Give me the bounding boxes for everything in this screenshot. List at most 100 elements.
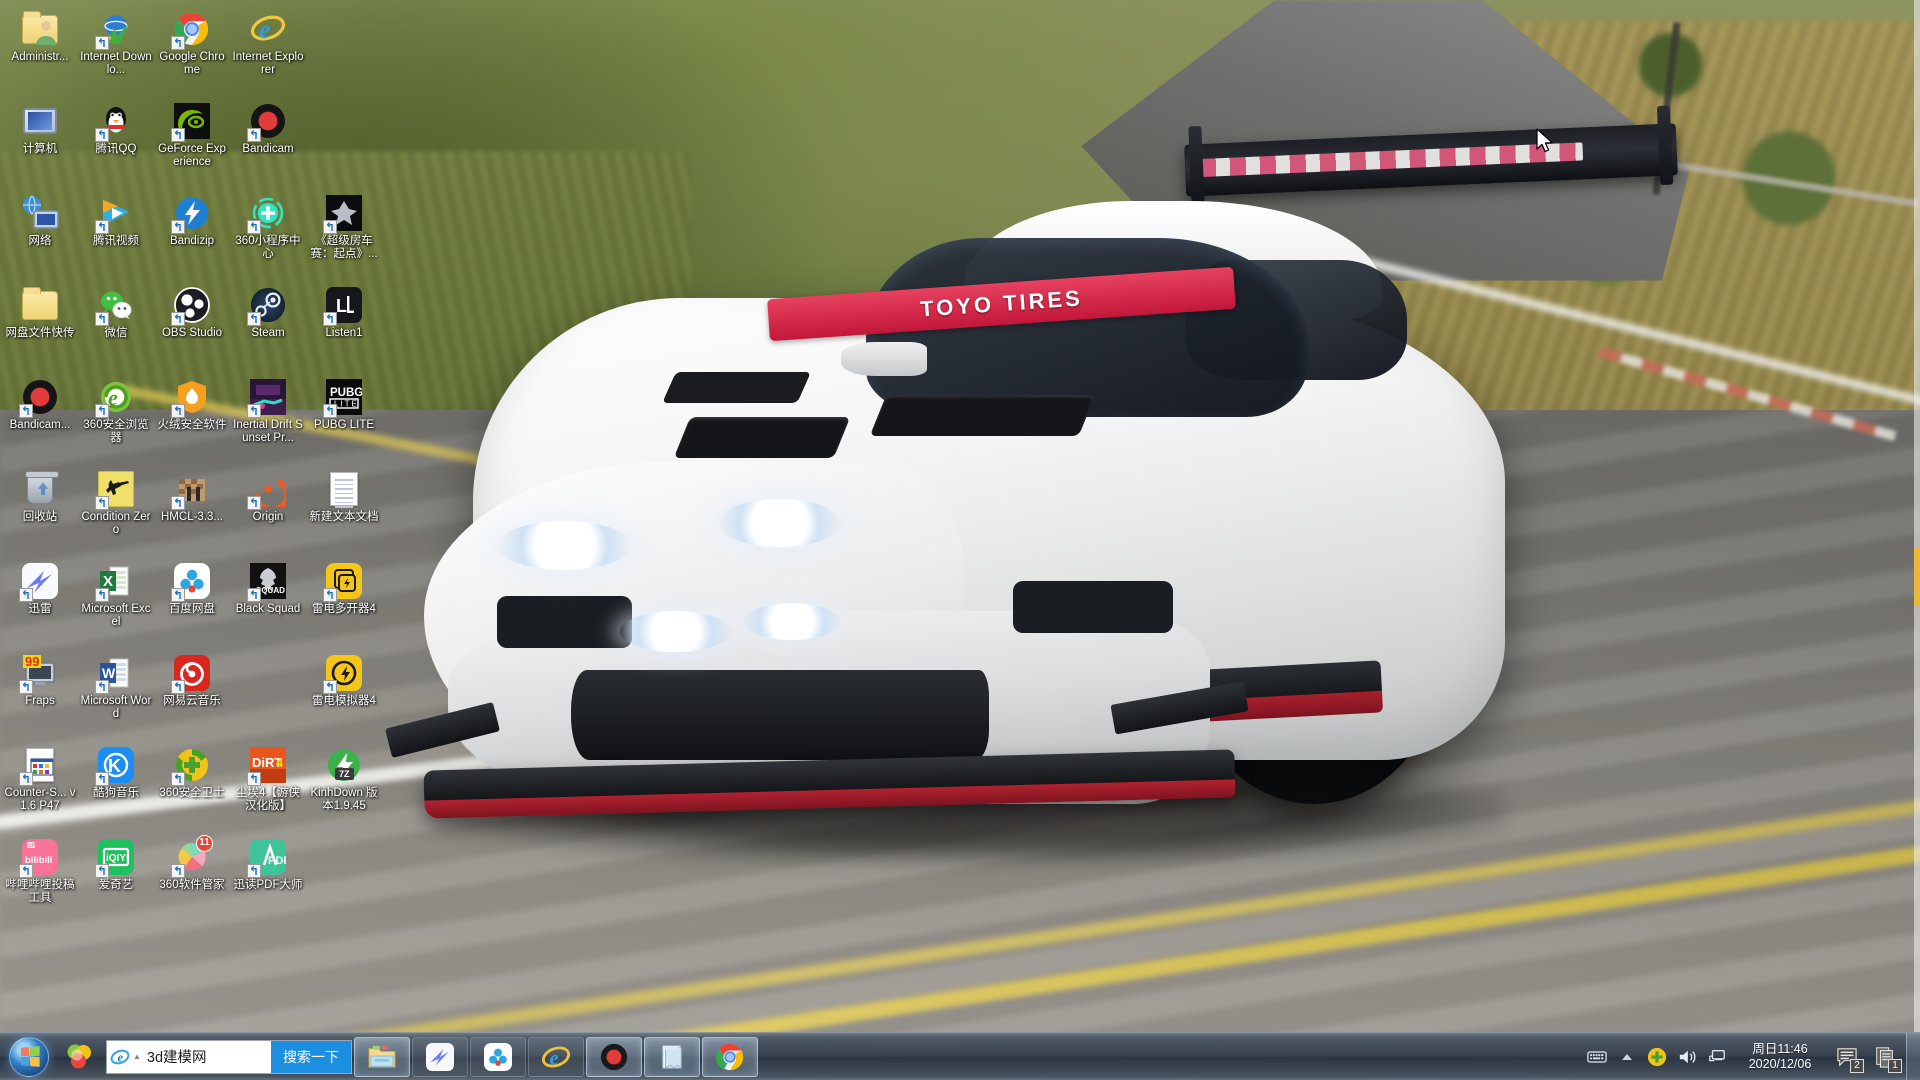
document-notification[interactable]: 1	[1866, 1033, 1904, 1080]
desktop-icon-google-chrome[interactable]: Google Chrome	[154, 4, 230, 96]
desktop-icon-user-folder[interactable]: Administr...	[2, 4, 78, 96]
search-dropdown-caret[interactable]: ▲	[133, 1052, 141, 1061]
desktop-icon-bandicam[interactable]: Bandicam	[230, 96, 306, 188]
desktop-icon-bandicam[interactable]: Bandicam...	[2, 372, 78, 464]
desktop-icon-dirt4[interactable]: DiRT4尘埃4【游侠汉化版】	[230, 740, 306, 832]
desktop-icon-label: 《超级房车赛：起点》...	[310, 235, 378, 260]
desktop-icon-recycle-bin[interactable]: 回收站	[2, 464, 78, 556]
desktop-icon-pubg-lite[interactable]: PUBGLITEPUBG LITE	[306, 372, 382, 464]
xunlei-icon	[426, 1042, 454, 1071]
desktop-icon-steam[interactable]: Steam	[230, 280, 306, 372]
desktop-icon-label: Administr...	[11, 51, 69, 63]
desktop-icon-360-browser[interactable]: e 360安全浏览器	[78, 372, 154, 464]
desktop-icon-hmcl-minecraft[interactable]: HMCL-3.3...	[154, 464, 230, 556]
desktop-icon-ldplayer[interactable]: 雷电模拟器4	[306, 648, 382, 740]
desktop-icon-tencent-qq[interactable]: 腾讯QQ	[78, 96, 154, 188]
svg-text:e: e	[259, 15, 271, 44]
360-quicklaunch-icon	[67, 1044, 91, 1068]
right-edge-scrollbar[interactable]	[1914, 0, 1920, 1032]
desktop-icon-bilibili-uploader[interactable]: UPbilibili哔哩哔哩投稿工具	[2, 832, 78, 924]
desktop-icon-label: Steam	[251, 327, 285, 339]
search-input[interactable]: 3d建模网	[145, 1046, 271, 1067]
volume-icon[interactable]	[1672, 1033, 1702, 1080]
desktop-icon-text-document[interactable]: 新建文本文档	[306, 464, 382, 556]
desktop-icon-label: 火绒安全软件	[157, 419, 227, 431]
tencent-video-icon	[95, 194, 135, 234]
network-icon[interactable]	[1702, 1033, 1732, 1080]
desktop-icon-360-software-manager[interactable]: 11 360软件管家	[154, 832, 230, 924]
desktop-icon-obs-studio[interactable]: OBS Studio	[154, 280, 230, 372]
desktop-icon-baidu-netdisk[interactable]: 百度网盘	[154, 556, 230, 648]
desktop-icon-inertial-drift[interactable]: Inertial Drift Sunset Pr...	[230, 372, 306, 464]
message-notification[interactable]: 2	[1828, 1033, 1866, 1080]
chrome-taskbar-button[interactable]	[702, 1036, 758, 1077]
xunlei-taskbar-button[interactable]	[412, 1036, 468, 1077]
desktop-icon-netease-music[interactable]: 网易云音乐	[154, 648, 230, 740]
desktop-icon-fraps[interactable]: 99Fraps	[2, 648, 78, 740]
bandicam-taskbar-button[interactable]	[586, 1036, 642, 1077]
desktop-icon-microsoft-excel[interactable]: XMicrosoft Excel	[78, 556, 154, 648]
desktop-icon-360-miniprogram[interactable]: 360小程序中心	[230, 188, 306, 280]
desktop-icon-huorong-security[interactable]: 火绒安全软件	[154, 372, 230, 464]
desktop-icon-computer[interactable]: 计算机	[2, 96, 78, 188]
desktop-icon-grid-autosport[interactable]: 《超级房车赛：起点》...	[306, 188, 382, 280]
desktop-icon-black-squad[interactable]: SQUADBlack Squad	[230, 556, 306, 648]
desktop-icon-label: Microsoft Word	[80, 695, 152, 720]
internet-explorer-taskbar-button[interactable]: e	[528, 1036, 584, 1077]
desktop-icon-iqiyi[interactable]: iQIYI 爱奇艺	[78, 832, 154, 924]
show-desktop-button[interactable]	[1906, 1032, 1920, 1080]
desktop-icon-internet-download-manager[interactable]: Internet Downlo...	[78, 4, 154, 96]
car-wing-stripe	[1199, 141, 1584, 178]
360-quicklaunch-button[interactable]	[62, 1037, 96, 1077]
svg-text:PDF: PDF	[268, 855, 286, 867]
desktop-icon-360-safeguard[interactable]: 360安全卫士	[154, 740, 230, 832]
desktop-icon-xunlei[interactable]: 迅雷	[2, 556, 78, 648]
search-box[interactable]: e ▲ 3d建模网 搜索一下	[106, 1039, 352, 1074]
desktop-icon-label: Internet Explorer	[232, 51, 304, 76]
svg-text:e: e	[549, 1047, 558, 1069]
desktop-icon-label: Black Squad	[235, 603, 301, 615]
desktop-icon-ldmultiplayer[interactable]: 雷电多开器4	[306, 556, 382, 648]
desktop-icon-microsoft-word[interactable]: W Microsoft Word	[78, 648, 154, 740]
search-submit-button[interactable]: 搜索一下	[271, 1040, 351, 1073]
windows-explorer-taskbar-button[interactable]	[354, 1036, 410, 1077]
desktop-icon-geforce-experience[interactable]: GeForce Experience	[154, 96, 230, 188]
system-tray: 周日11:46 2020/12/06 2 1	[1582, 1032, 1920, 1080]
svg-text:PUBG: PUBG	[330, 387, 362, 399]
svg-text:K: K	[108, 756, 121, 776]
quick-launch-bar	[56, 1037, 102, 1077]
desktop-icon-condition-zero[interactable]: Condition Zero	[78, 464, 154, 556]
desktop-icon-label: 360安全浏览器	[83, 419, 149, 444]
360-safeguard-tray-icon[interactable]	[1642, 1033, 1672, 1080]
desktop-icon-kinhdown[interactable]: 7Z KinhDown 版本1.9.45	[306, 740, 382, 832]
recycle-bin-icon	[25, 471, 59, 504]
shortcut-overlay-arrow-icon	[95, 680, 109, 694]
clock[interactable]: 周日11:46 2020/12/06	[1732, 1042, 1828, 1072]
bandicam-icon	[247, 102, 287, 142]
onscreen-keyboard-icon[interactable]	[1582, 1033, 1612, 1080]
baidu-netdisk-taskbar-button[interactable]	[470, 1036, 526, 1077]
desktop-icon-listen1[interactable]: L Listen1	[306, 280, 382, 372]
desktop-icon-bandizip[interactable]: Bandizip	[154, 188, 230, 280]
google-chrome-icon	[716, 1043, 744, 1070]
show-hidden-icons-arrow[interactable]	[1612, 1033, 1642, 1080]
desktop-icon-origin[interactable]: Origin	[230, 464, 306, 556]
notepad-taskbar-button[interactable]	[644, 1036, 700, 1077]
desktop-icon-xunread-pdf[interactable]: PDF 迅读PDF大师	[230, 832, 306, 924]
netease-music-icon	[171, 654, 211, 694]
steam-icon	[247, 286, 287, 326]
desktop-icon-tencent-video[interactable]: 腾讯视频	[78, 188, 154, 280]
desktop-icon-internet-explorer[interactable]: e Internet Explorer	[230, 4, 306, 96]
desktop-icon-network[interactable]: 网络	[2, 188, 78, 280]
right-edge-scrollbar-thumb[interactable]	[1914, 548, 1920, 606]
desktop-icon-kugou-music[interactable]: K 酷狗音乐	[78, 740, 154, 832]
clock-date: 2020/12/06	[1748, 1056, 1812, 1071]
shortcut-overlay-arrow-icon	[95, 864, 109, 878]
condition-zero-icon	[95, 470, 135, 510]
shortcut-overlay-arrow-icon	[247, 128, 261, 142]
desktop-icon-wechat[interactable]: 微信	[78, 280, 154, 372]
start-button[interactable]	[2, 1035, 56, 1079]
svg-text:UP: UP	[28, 843, 36, 849]
desktop-icon-folder[interactable]: 网盘文件快传	[2, 280, 78, 372]
desktop-icon-counter-strike[interactable]: Counter-S... v1.6 P47	[2, 740, 78, 832]
